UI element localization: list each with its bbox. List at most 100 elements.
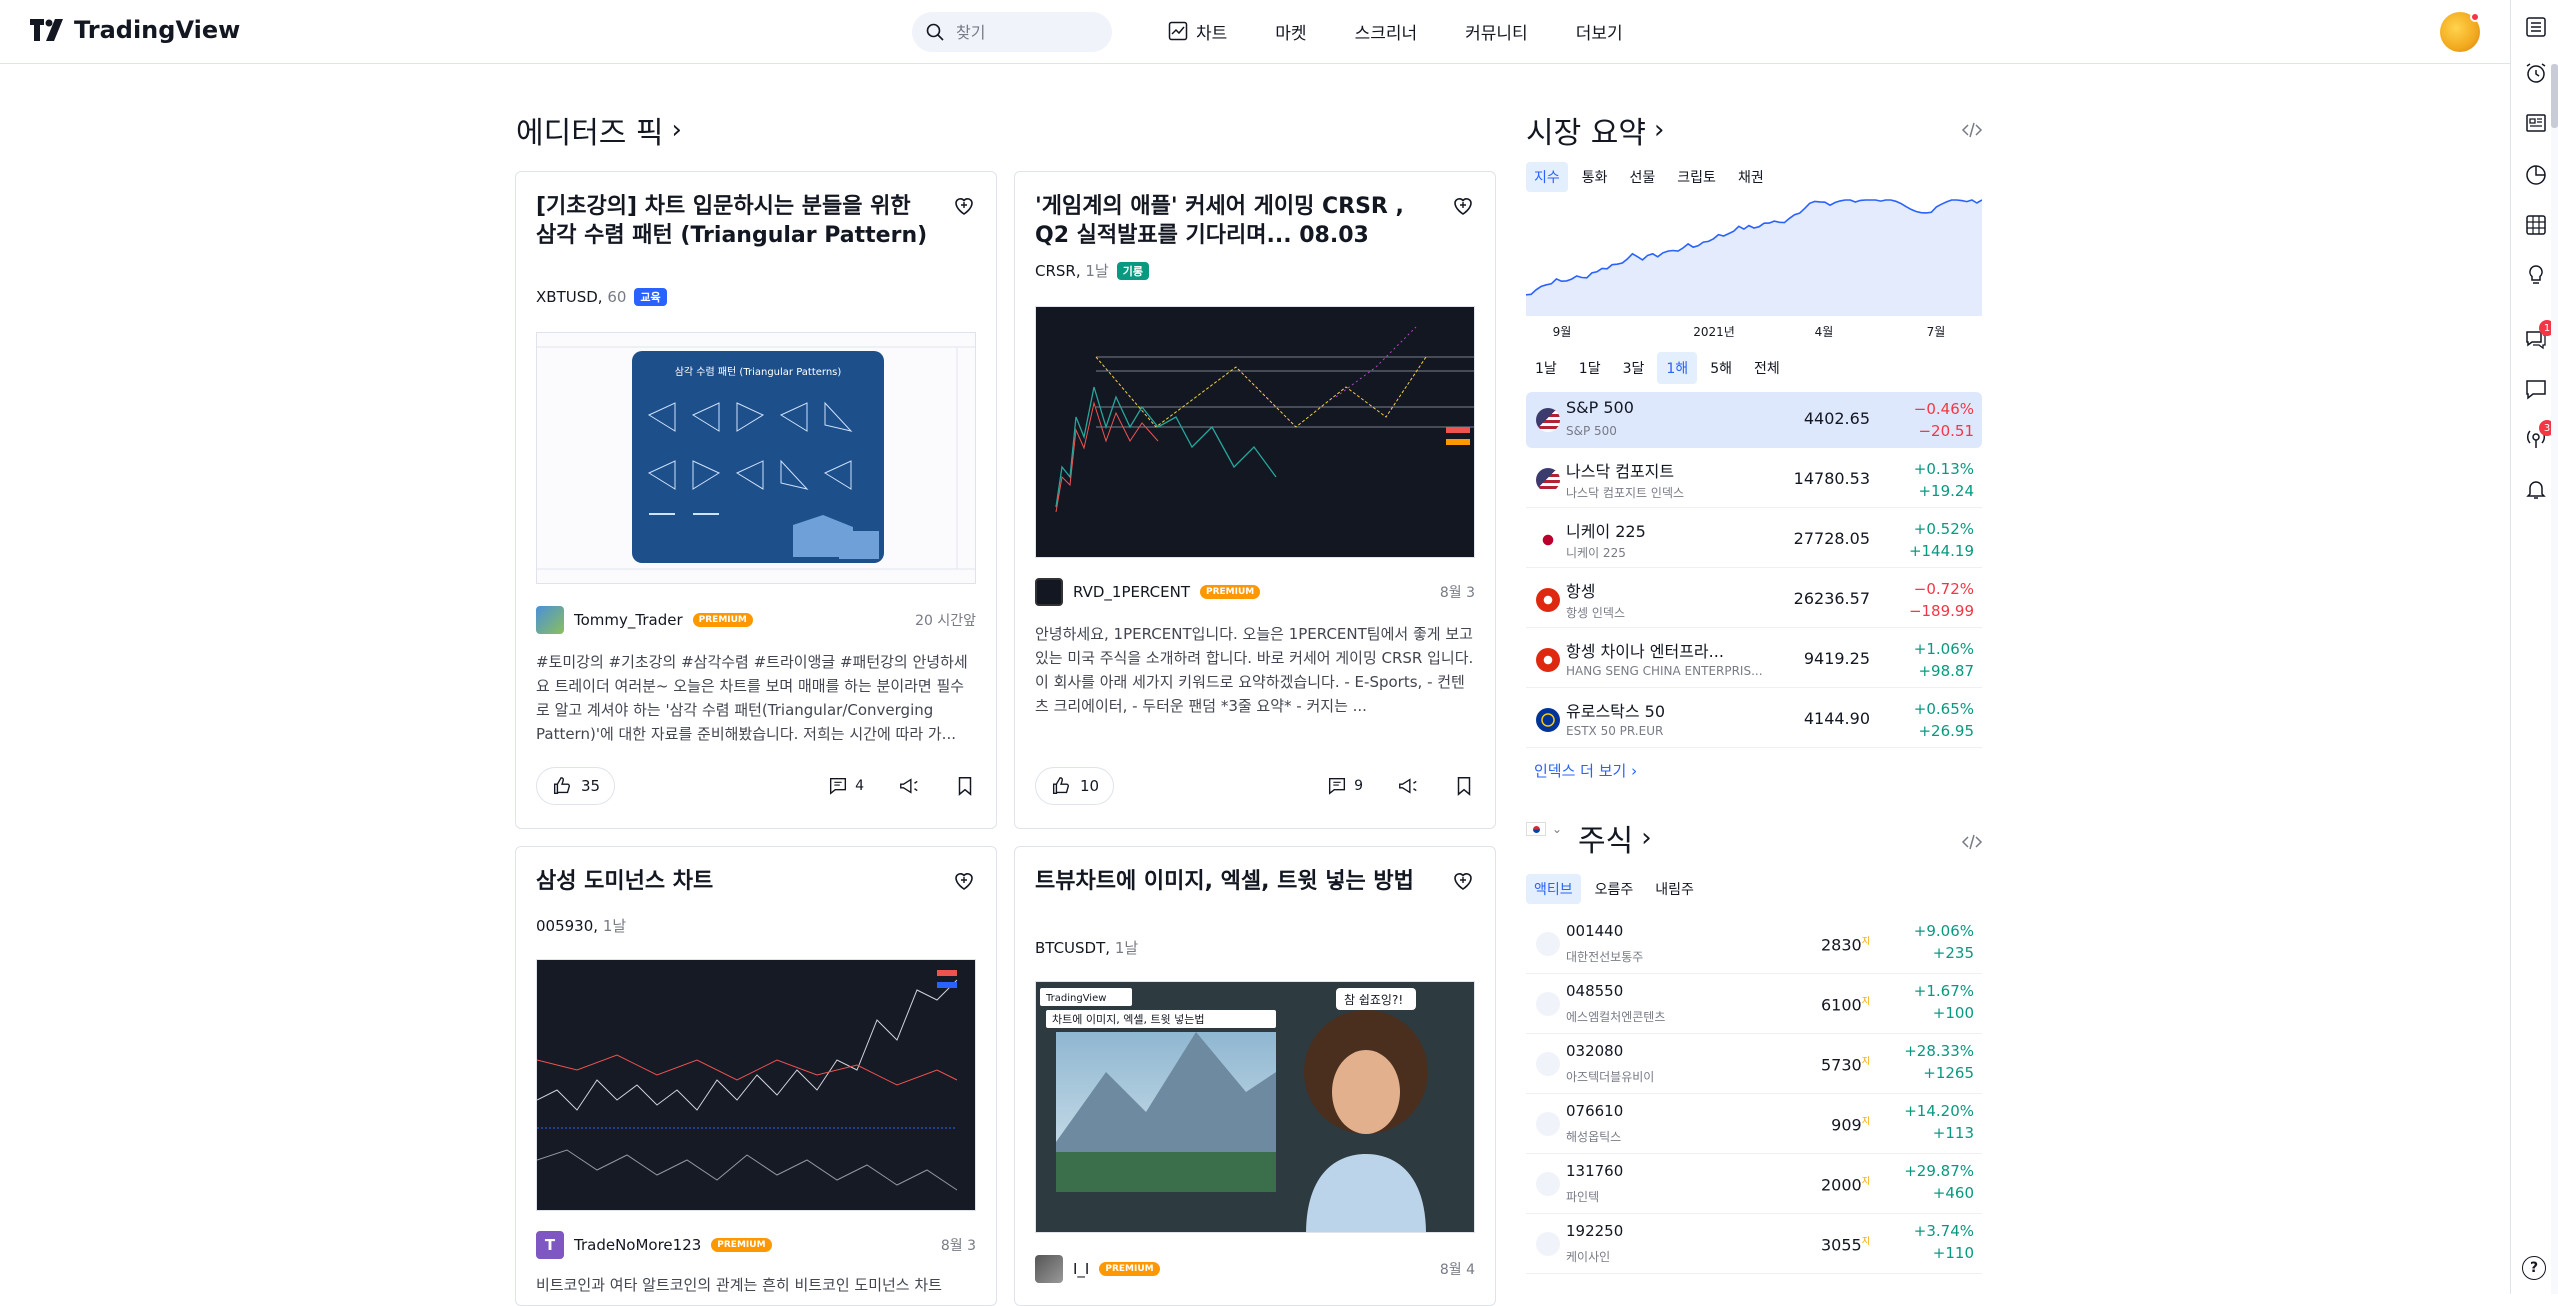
brand-logo[interactable]: TradingView (30, 16, 240, 44)
idea-interval: 60 (607, 288, 627, 306)
index-row[interactable]: 유로스탁스 50 ESTX 50 PR.EUR 4144.90 +0.65% +26.9… (1526, 692, 1982, 748)
watchlist-button[interactable] (2523, 14, 2549, 40)
idea-symbol[interactable]: XBTUSD (536, 288, 598, 306)
like-button[interactable]: 10 (1035, 767, 1115, 805)
idea-card[interactable]: '게임계의 애플' 커세어 게이밍 CRSR , Q2 실적발표를 기다리며..… (1014, 171, 1496, 829)
search-box[interactable] (912, 12, 1112, 52)
idea-thumbnail[interactable]: TradingView 차트에 이미지, 엑셀, 트윗 넣는법 참 쉽죠잉?! (1035, 981, 1475, 1233)
market-tab[interactable]: 통화 (1574, 162, 1616, 192)
alerts-clock-button[interactable] (2523, 60, 2549, 86)
idea-card[interactable]: [기초강의] 차트 입문하시는 분들을 위한 삼각 수렴 패턴 (Triangu… (515, 171, 997, 829)
stock-name: 에스엠컬처엔콘텐츠 (1566, 1010, 1666, 1024)
sp500-chart[interactable]: 9월 2021년 4월 7월 (1526, 196, 1982, 344)
nav-markets[interactable]: 마켓 (1251, 19, 1330, 44)
stocks-heading[interactable]: 주식 › (1578, 816, 1652, 860)
messages-button[interactable] (2523, 376, 2549, 402)
author-avatar[interactable] (1035, 578, 1063, 606)
notifications-button[interactable] (2523, 476, 2549, 502)
market-summary-heading[interactable]: 시장 요약 › (1526, 108, 1664, 152)
market-tab[interactable]: 선물 (1622, 162, 1664, 192)
index-row[interactable]: 항셍 차이나 엔터프라... HANG SENG CHINA ENTERPRIS.… (1526, 632, 1982, 688)
page-scrollbar-track[interactable] (2551, 64, 2558, 1294)
nav-community[interactable]: 커뮤니티 (1441, 19, 1552, 44)
chats-button[interactable]: 1 (2523, 320, 2555, 352)
idea-thumbnail[interactable] (1035, 306, 1475, 558)
streams-button[interactable]: 3 (2523, 420, 2555, 452)
author-avatar[interactable] (1035, 1255, 1063, 1283)
comments-button[interactable]: 9 (1326, 775, 1363, 797)
news-button[interactable] (2523, 110, 2549, 136)
market-tab[interactable]: 채권 (1730, 162, 1772, 192)
embed-code-icon[interactable] (1960, 118, 1984, 142)
idea-thumbnail[interactable] (536, 959, 976, 1211)
index-row[interactable]: 항셍 항셍 인덱스 26236.57 −0.72% −189.99 (1526, 572, 1982, 628)
more-indices-link[interactable]: 인덱스 더 보기 › (1534, 760, 1637, 781)
share-button[interactable] (898, 775, 920, 797)
stock-name: 대한전선보통주 (1566, 950, 1644, 964)
idea-thumbnail[interactable]: 삼각 수렴 패턴 (Triangular Patterns) (536, 332, 976, 584)
nav-screener[interactable]: 스크리너 (1331, 19, 1442, 44)
idea-symbol[interactable]: CRSR (1035, 262, 1076, 280)
stocks-tab[interactable]: 내림주 (1647, 874, 1702, 904)
stocks-tab[interactable]: 오름주 (1587, 874, 1642, 904)
idea-title[interactable]: [기초강의] 차트 입문하시는 분들을 위한 삼각 수렴 패턴 (Triangu… (536, 192, 936, 250)
ideas-button[interactable] (2523, 262, 2549, 288)
stock-price: 2830지 (1821, 935, 1870, 955)
heart-add-icon[interactable] (952, 194, 976, 218)
stock-row[interactable]: 131760 파인텍 2000지 +29.87% +460 (1526, 1154, 1982, 1214)
page-scrollbar-thumb[interactable] (2551, 64, 2558, 128)
market-tab[interactable]: 지수 (1526, 162, 1568, 192)
index-row[interactable]: 니케이 225 니케이 225 27728.05 +0.52% +144.19 (1526, 512, 1982, 568)
bookmark-button[interactable] (1453, 775, 1475, 797)
market-tab[interactable]: 크립토 (1669, 162, 1724, 192)
editors-picks-heading[interactable]: 에디터즈 픽 › (516, 108, 682, 152)
share-button[interactable] (1397, 775, 1419, 797)
idea-title[interactable]: 트뷰차트에 이미지, 엑셀, 트윗 넣는 방법 (1035, 867, 1435, 896)
stock-row[interactable]: 032080 아즈텍더블유비이 5730지 +28.33% +1265 (1526, 1034, 1982, 1094)
author-name[interactable]: I_I (1073, 1260, 1089, 1278)
author-avatar[interactable]: T (536, 1231, 564, 1259)
period-button[interactable]: 전체 (1745, 352, 1789, 384)
stock-row[interactable]: 001440 대한전선보통주 2830지 +9.06% +235 (1526, 914, 1982, 974)
period-button[interactable]: 1날 (1526, 352, 1566, 384)
stock-row[interactable]: 048550 에스엠컬처엔콘텐츠 6100지 +1.67% +100 (1526, 974, 1982, 1034)
stock-row[interactable]: 192250 케이사인 3055지 +3.74% +110 (1526, 1214, 1982, 1274)
heart-add-icon[interactable] (952, 869, 976, 893)
idea-symbol[interactable]: 005930 (536, 917, 593, 935)
heart-add-icon[interactable] (1451, 194, 1475, 218)
calendar-button[interactable] (2523, 212, 2549, 238)
search-input[interactable] (954, 21, 1094, 43)
period-button[interactable]: 1달 (1570, 352, 1610, 384)
period-button[interactable]: 1해 (1657, 352, 1698, 384)
idea-title[interactable]: 삼성 도미넌스 차트 (536, 867, 936, 896)
market-summary-title: 시장 요약 (1526, 116, 1646, 151)
heart-add-icon[interactable] (1451, 869, 1475, 893)
nav-more[interactable]: 더보기 (1552, 19, 1647, 44)
idea-card[interactable]: 트뷰차트에 이미지, 엑셀, 트윗 넣는 방법 BTCUSDT, 1날 Trad… (1014, 846, 1496, 1306)
author-name[interactable]: Tommy_Trader (574, 611, 683, 629)
period-button[interactable]: 5해 (1701, 352, 1741, 384)
like-button[interactable]: 35 (536, 767, 616, 805)
embed-code-icon[interactable] (1960, 830, 1984, 854)
premium-badge: PREMIUM (1200, 585, 1261, 599)
country-selector[interactable]: ⌄ (1526, 822, 1562, 836)
help-button[interactable]: ? (2522, 1256, 2546, 1280)
idea-symbol[interactable]: BTCUSDT (1035, 939, 1105, 957)
idea-title[interactable]: '게임계의 애플' 커세어 게이밍 CRSR , Q2 실적발표를 기다리며..… (1035, 192, 1435, 250)
author-name[interactable]: TradeNoMore123 (574, 1236, 701, 1254)
stocks-tab[interactable]: 액티브 (1526, 874, 1581, 904)
idea-card[interactable]: 삼성 도미넌스 차트 005930, 1날 T TradeNoMore123 P… (515, 846, 997, 1306)
nav-chart[interactable]: 차트 (1144, 19, 1251, 44)
nav-chart-label: 차트 (1196, 23, 1228, 44)
painter-image: TradingView 차트에 이미지, 엑셀, 트윗 넣는법 참 쉽죠잉?! (1036, 982, 1474, 1232)
index-row[interactable]: S&P 500 S&P 500 4402.65 −0.46% −20.51 (1526, 392, 1982, 448)
index-row[interactable]: 나스닥 컴포지트 나스닥 컴포지트 인덱스 14780.53 +0.13% +19.24 (1526, 452, 1982, 508)
stock-row[interactable]: 076610 해성옵틱스 909지 +14.20% +113 (1526, 1094, 1982, 1154)
author-avatar[interactable] (536, 606, 564, 634)
comments-button[interactable]: 4 (827, 775, 864, 797)
data-window-button[interactable] (2523, 162, 2549, 188)
premium-badge: PREMIUM (692, 613, 753, 627)
bookmark-button[interactable] (954, 775, 976, 797)
author-name[interactable]: RVD_1PERCENT (1073, 583, 1190, 601)
period-button[interactable]: 3달 (1614, 352, 1654, 384)
